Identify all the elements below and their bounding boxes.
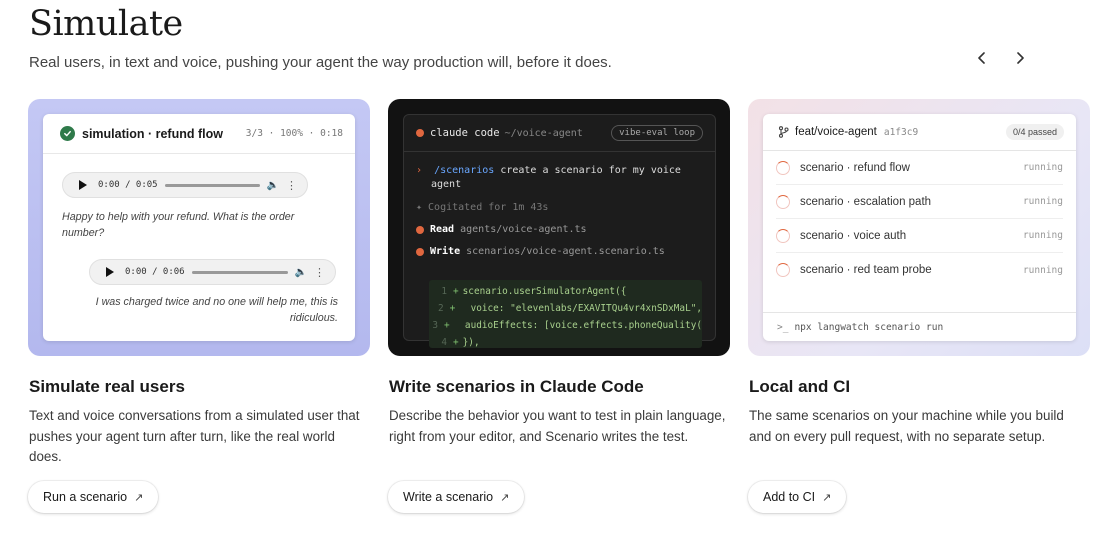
user-message: I was charged twice and no one will help…	[95, 296, 338, 324]
prompt-text: create a scenario for my voice	[500, 165, 681, 176]
chevron-left-icon	[978, 52, 985, 64]
claude-code-preview: claude code ~/voice-agent vibe-eval loop…	[388, 99, 730, 356]
step-dot	[416, 248, 424, 256]
spinner-icon	[776, 160, 790, 175]
scenario-label: scenario · escalation path	[800, 195, 932, 208]
agent-message: Happy to help with your refund. What is …	[62, 211, 295, 239]
terminal-window: claude code ~/voice-agent vibe-eval loop…	[403, 114, 716, 348]
terminal-header: claude code ~/voice-agent vibe-eval loop	[404, 115, 715, 152]
audio-time: 0:00 / 0:06	[125, 267, 185, 277]
arrow-up-right-icon: ↗	[134, 491, 144, 504]
volume-icon[interactable]: 🔈	[267, 180, 279, 191]
write-step: Write scenarios/voice-agent.scenario.ts	[416, 245, 665, 259]
check-circle-icon	[60, 126, 75, 141]
branch-name: feat/voice-agent	[795, 126, 877, 138]
status-label: running	[1022, 196, 1063, 207]
simulation-panel: simulation · refund flow 3/3 · 100% · 0:…	[43, 114, 355, 341]
prompt-line-continued: agent	[431, 179, 462, 190]
carousel-next-button[interactable]	[1008, 46, 1032, 70]
scenario-label: scenario · voice auth	[800, 229, 907, 242]
status-label: running	[1022, 162, 1063, 173]
simulation-name: simulation · refund flow	[82, 126, 223, 141]
thinking-status: ✦ Cogitated for 1m 43s	[416, 202, 549, 213]
code-line: 1 + scenario.userSimulatorAgent({	[441, 286, 627, 297]
code-line: 3 + audioEffects: [voice.effects.phoneQua…	[432, 320, 702, 331]
ci-command: >_ npx langwatch scenario run	[763, 312, 1076, 341]
audio-time: 0:00 / 0:05	[98, 180, 158, 190]
ci-command-text: npx langwatch scenario run	[794, 321, 944, 333]
ci-row: scenario · red team probe running	[776, 253, 1063, 287]
run-scenario-button[interactable]: Run a scenario ↗	[28, 481, 159, 513]
status-label: running	[1022, 264, 1063, 276]
card-title: Simulate real users	[29, 377, 185, 396]
read-path: agents/voice-agent.ts	[460, 224, 587, 235]
audio-progress-track[interactable]	[191, 270, 288, 274]
card-description: Describe the behavior you want to test i…	[389, 408, 726, 444]
card-description: Text and voice conversations from a simu…	[29, 408, 360, 464]
slash-command: /scenarios	[434, 165, 495, 176]
code-line: 2 + voice: "elevenlabs/EXAVITQu4vr4xnSDxM…	[437, 303, 702, 314]
arrow-up-right-icon: ↗	[500, 491, 510, 504]
status-dot	[416, 129, 424, 137]
chevron-right-icon	[1017, 52, 1024, 64]
page-subtitle: Real users, in text and voice, pushing y…	[29, 54, 612, 71]
simulation-meta: 3/3 · 100% · 0:18	[245, 128, 343, 139]
spinner-icon	[776, 194, 790, 209]
step-dot	[416, 226, 424, 234]
button-label: Write a scenario	[403, 490, 494, 504]
arrow-up-right-icon: ↗	[822, 491, 832, 504]
prompt-line: › /scenarios create a scenario for my vo…	[416, 164, 681, 178]
write-scenario-button[interactable]: Write a scenario ↗	[388, 481, 525, 513]
terminal-title: claude code	[430, 127, 500, 139]
ci-row: scenario · refund flow running	[776, 151, 1063, 185]
page-title: Simulate	[29, 4, 183, 44]
ci-row: scenario · escalation path running	[776, 185, 1063, 219]
terminal-prompt-icon: >_	[777, 321, 789, 333]
more-options-icon[interactable]: ⋮	[314, 266, 325, 279]
status-label: running	[1022, 230, 1063, 241]
audio-progress-track[interactable]	[164, 183, 260, 187]
card-title: Local and CI	[749, 377, 851, 396]
commit-hash: a1f3c9	[883, 126, 919, 138]
scenario-label: scenario · refund flow	[800, 161, 910, 174]
audio-player[interactable]: 0:00 / 0:05 🔈 ⋮	[62, 172, 308, 198]
play-icon[interactable]	[79, 180, 87, 190]
git-branch-icon	[778, 126, 789, 138]
ci-preview: feat/voice-agent a1f3c9 0/4 passed scena…	[748, 99, 1090, 356]
scenario-label: scenario · red team probe	[800, 264, 932, 276]
audio-player[interactable]: 0:00 / 0:06 🔈 ⋮	[89, 259, 336, 285]
read-label: Read	[430, 224, 455, 235]
code-line: 4 +}),	[441, 337, 480, 348]
spinner-icon	[776, 228, 790, 243]
prompt-arrow-icon: ›	[416, 165, 423, 176]
card-title: Write scenarios in Claude Code	[389, 377, 644, 396]
write-label: Write	[430, 246, 461, 257]
card-description: The same scenarios on your machine while…	[749, 408, 1064, 444]
write-path: scenarios/voice-agent.scenario.ts	[466, 246, 665, 257]
carousel-prev-button[interactable]	[970, 46, 994, 70]
button-label: Run a scenario	[43, 490, 128, 504]
simulation-header: simulation · refund flow 3/3 · 100% · 0:…	[43, 114, 355, 154]
read-step: Read agents/voice-agent.ts	[416, 223, 587, 237]
play-icon[interactable]	[106, 267, 114, 277]
terminal-path: ~/voice-agent	[504, 127, 583, 139]
ci-row: scenario · voice auth running	[776, 219, 1063, 253]
ci-panel: feat/voice-agent a1f3c9 0/4 passed scena…	[763, 114, 1076, 341]
volume-icon[interactable]: 🔈	[295, 267, 307, 278]
spinner-icon	[776, 263, 790, 277]
passed-badge: 0/4 passed	[1005, 124, 1064, 140]
more-options-icon[interactable]: ⋮	[286, 179, 297, 192]
button-label: Add to CI	[763, 490, 816, 504]
loop-badge: vibe-eval loop	[611, 125, 703, 141]
simulation-preview: simulation · refund flow 3/3 · 100% · 0:…	[28, 99, 370, 356]
code-diff: 1 + scenario.userSimulatorAgent({ 2 + voice…	[429, 280, 702, 348]
add-to-ci-button[interactable]: Add to CI ↗	[748, 481, 847, 513]
ci-header: feat/voice-agent a1f3c9 0/4 passed	[763, 114, 1076, 151]
